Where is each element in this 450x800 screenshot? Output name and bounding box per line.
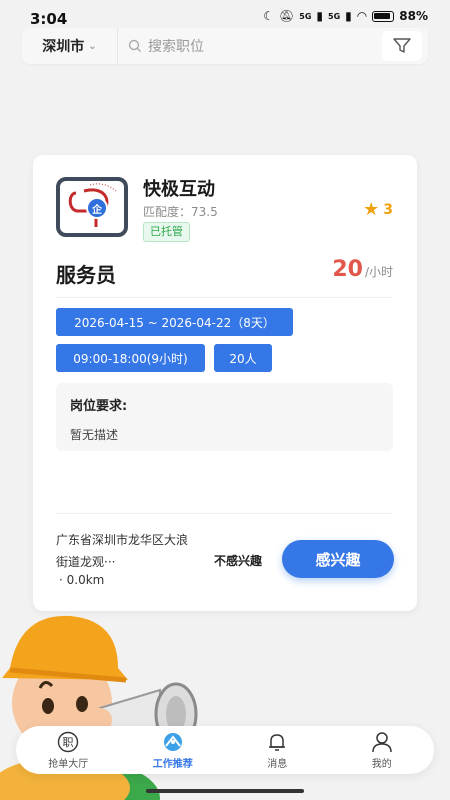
divider bbox=[56, 297, 393, 298]
time-range-tag: 09:00-18:00(9小时) bbox=[56, 344, 205, 372]
signal-icon: ▮ bbox=[345, 9, 352, 23]
interested-button[interactable]: 感兴趣 bbox=[282, 540, 394, 578]
salary-amount: 20 bbox=[332, 257, 363, 282]
filter-button[interactable] bbox=[382, 31, 422, 61]
requirements-text: 暂无描述 bbox=[70, 428, 119, 442]
rating-value: 3 bbox=[383, 201, 393, 218]
tab-job-hall[interactable]: 职 抢单大厅 bbox=[16, 726, 121, 774]
battery-percent: 88% bbox=[399, 9, 428, 23]
star-icon: ★ bbox=[363, 199, 380, 220]
network-label-2: 5G bbox=[328, 11, 341, 21]
enterprise-badge: 企 bbox=[86, 197, 108, 219]
city-selector[interactable]: 深圳市 ⌄ bbox=[22, 28, 118, 64]
filter-icon bbox=[393, 38, 411, 53]
job-card[interactable]: 企 快极互动 匹配度：73.5 已托管 ★ 3 服务员 20 /小时 2026-… bbox=[33, 155, 417, 611]
tab-profile[interactable]: 我的 bbox=[330, 726, 435, 774]
search-bar: 深圳市 ⌄ 搜索职位 bbox=[22, 28, 428, 64]
address: 广东省深圳市龙华区大浪街道龙观··· bbox=[56, 533, 189, 569]
battery-icon bbox=[372, 10, 395, 22]
salary: 20 /小时 bbox=[332, 257, 393, 282]
not-interested-button[interactable]: 不感兴趣 bbox=[214, 552, 262, 569]
search-placeholder: 搜索职位 bbox=[148, 39, 204, 55]
network-label-1: 5G bbox=[299, 11, 312, 21]
user-icon bbox=[372, 731, 392, 752]
divider bbox=[56, 513, 393, 514]
moon-icon: ☾ bbox=[263, 9, 275, 23]
recommend-icon bbox=[163, 732, 182, 751]
svg-text:职: 职 bbox=[63, 736, 74, 749]
tab-label: 我的 bbox=[371, 758, 392, 770]
salary-unit: /小时 bbox=[364, 265, 393, 279]
company-name: 快极互动 bbox=[143, 179, 215, 200]
search-input[interactable]: 搜索职位 bbox=[118, 36, 382, 56]
tab-label: 工作推荐 bbox=[152, 758, 193, 770]
search-icon bbox=[128, 39, 141, 52]
city-label: 深圳市 bbox=[42, 39, 85, 55]
signal-icon: ▮ bbox=[316, 9, 324, 23]
requirements-title: 岗位要求: bbox=[70, 399, 128, 414]
tab-messages[interactable]: 消息 bbox=[225, 726, 330, 774]
rating: ★ 3 bbox=[363, 199, 393, 220]
job-title: 服务员 bbox=[56, 263, 116, 287]
headcount-tag: 20人 bbox=[214, 344, 272, 372]
date-range-tag: 2026-04-15 ~ 2026-04-22（8天） bbox=[56, 308, 293, 336]
requirements-box: 岗位要求: 暂无描述 bbox=[56, 383, 393, 451]
tab-label: 抢单大厅 bbox=[48, 758, 89, 770]
managed-badge: 已托管 bbox=[143, 222, 190, 242]
tab-label: 消息 bbox=[267, 758, 288, 770]
wifi-icon: ◠ bbox=[356, 9, 368, 23]
job-hall-icon: 职 bbox=[58, 731, 79, 752]
mute-icon: 🔕︎ bbox=[279, 9, 295, 23]
status-icons: ☾ 🔕︎ 5G ▮ 5G ▮ ◠ 88% bbox=[263, 9, 428, 23]
bottom-tab-bar: 职 抢单大厅 工作推荐 消息 我的 bbox=[16, 726, 434, 774]
chevron-down-icon: ⌄ bbox=[88, 40, 97, 52]
home-indicator bbox=[146, 789, 304, 793]
status-time: 3:04 bbox=[30, 10, 68, 28]
distance: · 0.0km bbox=[59, 573, 105, 587]
match-score: 匹配度：73.5 bbox=[143, 205, 218, 219]
tab-recommend[interactable]: 工作推荐 bbox=[121, 726, 226, 774]
bell-icon bbox=[269, 733, 286, 751]
